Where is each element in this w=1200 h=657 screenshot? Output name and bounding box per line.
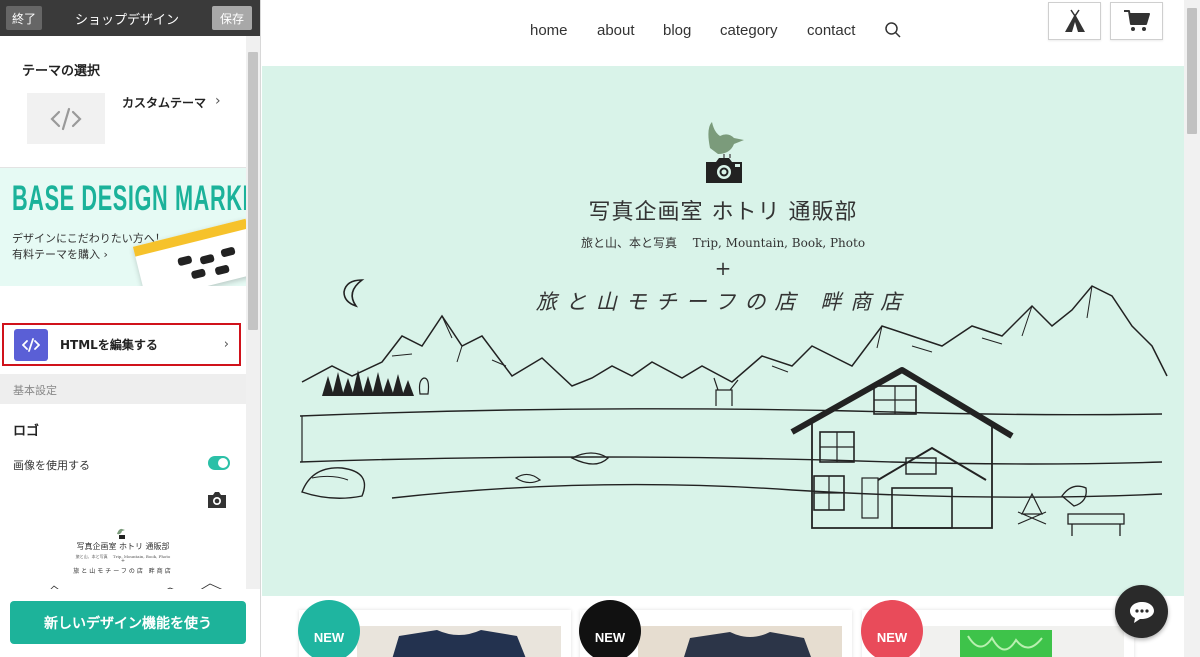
mountain-hut-illustration: [299, 279, 1168, 536]
edit-html-button[interactable]: HTMLを編集する ›: [2, 323, 241, 366]
theme-name-link[interactable]: カスタムテーマ: [122, 94, 206, 111]
cart-icon: [1123, 10, 1150, 31]
editor-topbar: 終了 ショップデザイン 保存: [0, 0, 260, 36]
design-market-logo: BASE DESIGN MARKET: [12, 179, 247, 218]
editor-scroll-area: テーマの選択 カスタムテーマ › BASE DESIGN MARKET デザイン…: [0, 36, 260, 625]
market-mockup-image: [132, 218, 247, 286]
product-image: [920, 626, 1124, 657]
code-icon: [50, 107, 82, 130]
theme-thumbnail[interactable]: [27, 93, 105, 144]
chat-button[interactable]: [1115, 585, 1168, 638]
new-design-button[interactable]: 新しいデザイン機能を使う: [10, 601, 246, 644]
bird-icon: [117, 528, 125, 539]
design-market-banner[interactable]: BASE DESIGN MARKET デザインにこだわりたい方へ！ 有料テーマを…: [0, 168, 247, 286]
search-icon[interactable]: [884, 21, 902, 39]
use-image-toggle[interactable]: [208, 456, 230, 470]
nav-category[interactable]: category: [720, 22, 778, 39]
store-title: 写真企画室 ホトリ 通販部: [588, 200, 858, 225]
end-button[interactable]: 終了: [6, 6, 42, 30]
store-nav: home about blog category contact: [262, 0, 1184, 66]
editor-panel: 終了 ショップデザイン 保存 テーマの選択 カスタムテーマ › BASE DES…: [0, 0, 261, 657]
hero-banner: 写真企画室 ホトリ 通販部 旅と山、本と写真 Trip, Mountain, B…: [262, 66, 1184, 596]
use-image-label: 画像を使用する: [13, 459, 90, 472]
nav-about[interactable]: about: [597, 22, 635, 39]
panel-scrollbar-thumb[interactable]: [248, 52, 258, 330]
save-button[interactable]: 保存: [211, 6, 252, 30]
product-image: [638, 626, 842, 657]
edit-html-label: HTMLを編集する: [60, 338, 158, 352]
theme-heading: テーマの選択: [22, 64, 101, 79]
section-header-basic: 基本設定: [0, 374, 247, 404]
nav-contact[interactable]: contact: [807, 22, 855, 39]
nav-blog[interactable]: blog: [663, 22, 691, 39]
product-image: [357, 626, 561, 657]
products-section: NEW NEW NEW: [262, 596, 1184, 657]
logo-heading: ロゴ: [13, 424, 40, 439]
app-root: 終了 ショップデザイン 保存 テーマの選択 カスタムテーマ › BASE DES…: [0, 0, 1200, 657]
market-link-text: 有料テーマを購入 ›: [12, 248, 108, 261]
new-badge: NEW: [298, 600, 360, 657]
store-preview: home about blog category contact 写真企画室 ホ…: [262, 0, 1200, 657]
logo-preview-plus: +: [120, 558, 126, 564]
nav-home[interactable]: home: [530, 22, 568, 39]
cart-button[interactable]: [1110, 2, 1163, 40]
tent-icon: [1064, 9, 1085, 32]
bird-camera-logo: [706, 122, 744, 183]
camera-icon[interactable]: [206, 491, 228, 509]
chevron-right-icon: ›: [223, 337, 229, 352]
chevron-right-icon: ›: [215, 93, 221, 109]
tent-button[interactable]: [1048, 2, 1101, 40]
html-code-icon: [14, 328, 48, 361]
logo-preview-title: 写真企画室 ホトリ 通販部: [76, 542, 170, 551]
chat-bubble-icon: [1129, 601, 1154, 623]
panel-title: ショップデザイン: [74, 12, 179, 28]
store-subtitle: 旅と山、本と写真 Trip, Mountain, Book, Photo: [580, 236, 866, 250]
preview-scrollbar-thumb[interactable]: [1187, 8, 1197, 134]
new-badge: NEW: [861, 600, 923, 657]
new-badge: NEW: [579, 600, 641, 657]
new-design-footer: 新しいデザイン機能を使う: [0, 589, 260, 657]
